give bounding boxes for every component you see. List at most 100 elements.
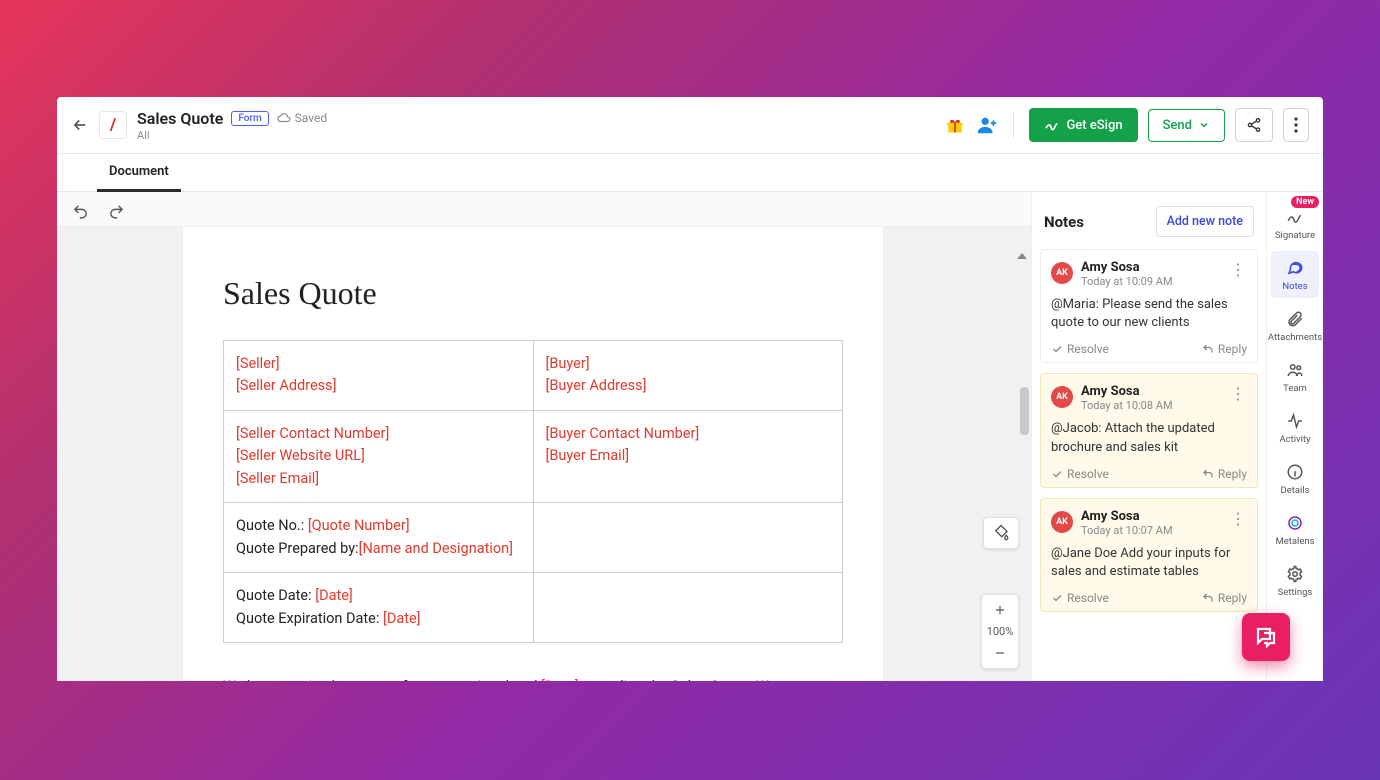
note-time: Today at 10:07 AM bbox=[1081, 524, 1173, 537]
cloud-icon bbox=[277, 111, 291, 125]
add-note-button[interactable]: Add new note bbox=[1156, 206, 1254, 237]
table-row: [Seller Contact Number] [Seller Website … bbox=[224, 410, 843, 502]
saved-label: Saved bbox=[295, 111, 327, 125]
resolve-button[interactable]: Resolve bbox=[1051, 591, 1109, 605]
get-esign-button[interactable]: Get eSign bbox=[1029, 108, 1137, 142]
document-page[interactable]: Sales Quote [Seller] [Seller Address] [B… bbox=[183, 227, 883, 681]
quote-exp-placeholder[interactable]: [Date] bbox=[383, 610, 421, 627]
new-badge: New bbox=[1291, 196, 1319, 208]
send-button[interactable]: Send bbox=[1148, 109, 1225, 142]
resolve-label: Resolve bbox=[1067, 591, 1109, 605]
buyer-address-placeholder[interactable]: [Buyer Address] bbox=[546, 377, 647, 394]
quote-date-placeholder[interactable]: [Date] bbox=[315, 587, 353, 604]
plus-icon bbox=[993, 603, 1007, 617]
buyer-contact-placeholder[interactable]: [Buyer Contact Number] bbox=[546, 425, 700, 442]
notes-panel: Notes Add new note AK Amy Sosa Today at … bbox=[1032, 192, 1267, 681]
breadcrumb[interactable]: All bbox=[137, 129, 327, 142]
rail-label: Notes bbox=[1282, 281, 1307, 292]
gift-icon[interactable] bbox=[944, 114, 966, 136]
note-time: Today at 10:08 AM bbox=[1081, 399, 1173, 412]
quote-prepared-placeholder[interactable]: [Name and Designation] bbox=[359, 540, 513, 557]
note-menu-button[interactable]: ⋮ bbox=[1229, 384, 1247, 403]
rail-details[interactable]: Details bbox=[1271, 455, 1319, 502]
arrow-left-icon bbox=[71, 116, 89, 134]
undo-icon bbox=[72, 203, 89, 220]
resolve-button[interactable]: Resolve bbox=[1051, 467, 1109, 481]
rail-notes[interactable]: Notes bbox=[1271, 251, 1319, 298]
rail-label: Signature bbox=[1275, 230, 1315, 241]
buyer-placeholder[interactable]: [Buyer] bbox=[546, 355, 590, 372]
reply-button[interactable]: Reply bbox=[1202, 467, 1247, 481]
gift-svg bbox=[945, 115, 965, 135]
note-author: Amy Sosa bbox=[1081, 260, 1173, 275]
rail-activity[interactable]: Activity bbox=[1271, 404, 1319, 451]
reply-icon bbox=[1202, 592, 1214, 604]
tab-bar: Document bbox=[57, 154, 1323, 192]
fill-tool-button[interactable] bbox=[983, 517, 1019, 549]
quote-no-placeholder[interactable]: [Quote Number] bbox=[308, 517, 410, 534]
redo-button[interactable] bbox=[103, 198, 129, 224]
scroll-up-arrow[interactable] bbox=[1017, 253, 1027, 259]
back-button[interactable] bbox=[67, 112, 93, 138]
table-row: Quote Date: [Date] Quote Expiration Date… bbox=[224, 573, 843, 643]
buyer-email-placeholder[interactable]: [Buyer Email] bbox=[546, 447, 630, 464]
activity-icon bbox=[1286, 412, 1304, 430]
quote-exp-label: Quote Expiration Date: bbox=[236, 610, 383, 627]
zoom-controls: 100% bbox=[981, 594, 1019, 669]
reply-button[interactable]: Reply bbox=[1202, 591, 1247, 605]
zoom-level: 100% bbox=[982, 625, 1018, 638]
quote-no-label: Quote No.: bbox=[236, 517, 308, 534]
share-button[interactable] bbox=[1235, 108, 1273, 142]
seller-contact-placeholder[interactable]: [Seller Contact Number] bbox=[236, 425, 389, 442]
saved-status: Saved bbox=[277, 111, 327, 125]
undo-button[interactable] bbox=[67, 198, 93, 224]
app-window: / Sales Quote Form Saved All Get bbox=[57, 97, 1323, 681]
rail-settings[interactable]: Settings bbox=[1271, 557, 1319, 604]
reply-icon bbox=[1202, 468, 1214, 480]
gear-icon bbox=[1286, 565, 1304, 583]
chevron-down-icon bbox=[1198, 119, 1210, 131]
seller-placeholder[interactable]: [Seller] bbox=[236, 355, 280, 372]
rail-team[interactable]: Team bbox=[1271, 353, 1319, 400]
body-date-placeholder[interactable]: [Date] bbox=[541, 678, 579, 681]
seller-address-placeholder[interactable]: [Seller Address] bbox=[236, 377, 337, 394]
note-menu-button[interactable]: ⋮ bbox=[1229, 509, 1247, 528]
document-body-paragraph[interactable]: We have received a request for a quotati… bbox=[223, 675, 843, 681]
more-button[interactable] bbox=[1283, 108, 1309, 142]
team-icon bbox=[1286, 361, 1304, 379]
rail-label: Activity bbox=[1279, 434, 1310, 445]
paperclip-icon bbox=[1286, 310, 1304, 328]
note-card[interactable]: AK Amy Sosa Today at 10:09 AM ⋮ @Maria: … bbox=[1040, 249, 1258, 363]
rail-metalens[interactable]: Metalens bbox=[1271, 506, 1319, 553]
right-rail: New Signature Notes Attachments Team Act… bbox=[1267, 192, 1323, 681]
seller-email-placeholder[interactable]: [Seller Email] bbox=[236, 470, 319, 487]
document-title: Sales Quote bbox=[137, 109, 223, 128]
quote-header-table: [Seller] [Seller Address] [Buyer] [Buyer… bbox=[223, 340, 843, 643]
page-title: Sales Quote bbox=[223, 275, 843, 312]
add-user-button[interactable] bbox=[976, 114, 998, 136]
note-card[interactable]: AK Amy Sosa Today at 10:07 AM ⋮ @Jane Do… bbox=[1040, 498, 1258, 612]
reply-button[interactable]: Reply bbox=[1202, 342, 1247, 356]
canvas-scroll[interactable]: Sales Quote [Seller] [Seller Address] [B… bbox=[57, 226, 1031, 681]
share-icon bbox=[1246, 117, 1262, 133]
chat-fab[interactable] bbox=[1242, 613, 1290, 661]
check-icon bbox=[1051, 592, 1063, 604]
note-author: Amy Sosa bbox=[1081, 509, 1173, 524]
zoom-in-button[interactable] bbox=[982, 595, 1018, 625]
resolve-button[interactable]: Resolve bbox=[1051, 342, 1109, 356]
scroll-thumb[interactable] bbox=[1020, 387, 1029, 435]
chat-icon bbox=[1286, 259, 1304, 277]
resolve-label: Resolve bbox=[1067, 342, 1109, 356]
zoom-out-button[interactable] bbox=[982, 638, 1018, 668]
avatar: AK bbox=[1051, 386, 1073, 408]
title-block: Sales Quote Form Saved All bbox=[137, 109, 327, 142]
note-card[interactable]: AK Amy Sosa Today at 10:08 AM ⋮ @Jacob: … bbox=[1040, 373, 1258, 487]
tab-document[interactable]: Document bbox=[97, 154, 181, 192]
note-menu-button[interactable]: ⋮ bbox=[1229, 260, 1247, 279]
rail-attachments[interactable]: Attachments bbox=[1271, 302, 1319, 349]
document-icon: / bbox=[99, 111, 127, 139]
more-vertical-icon bbox=[1294, 117, 1298, 133]
avatar: AK bbox=[1051, 262, 1073, 284]
note-body: @Jane Doe Add your inputs for sales and … bbox=[1051, 545, 1247, 581]
seller-website-placeholder[interactable]: [Seller Website URL] bbox=[236, 447, 365, 464]
